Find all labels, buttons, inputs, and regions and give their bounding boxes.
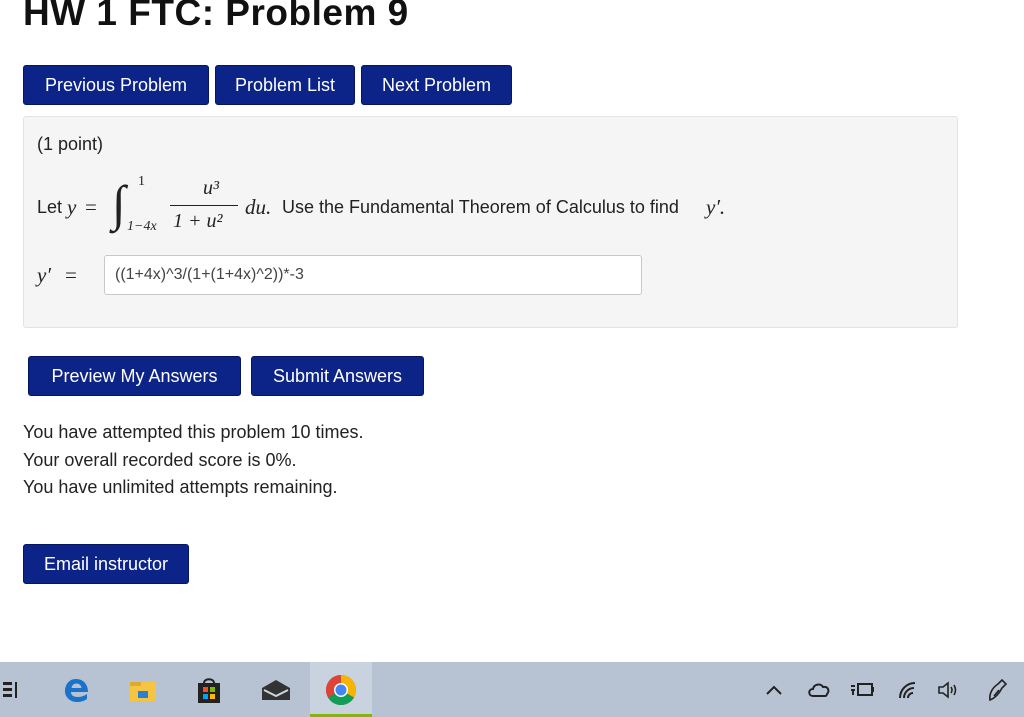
wifi-icon[interactable]	[895, 662, 921, 717]
y-variable: y	[67, 195, 77, 219]
store-icon[interactable]	[192, 662, 226, 717]
attempts-text: You have attempted this problem 10 times…	[23, 422, 364, 442]
page-title: HW 1 FTC: Problem 9	[23, 0, 409, 33]
fraction-denominator: 1 + u²	[173, 210, 223, 232]
remaining-text: You have unlimited attempts remaining.	[23, 477, 338, 497]
previous-problem-button[interactable]: Previous Problem	[23, 65, 209, 105]
answer-input[interactable]: ((1+4x)^3/(1+(1+4x)^2))*-3	[104, 255, 642, 295]
preview-answers-button[interactable]: Preview My Answers	[28, 356, 241, 396]
equals-sign: =	[85, 195, 97, 219]
submit-answers-button[interactable]: Submit Answers	[251, 356, 424, 396]
integral-lower-limit: 1−4x	[127, 219, 157, 234]
score-text: Your overall recorded score is 0%.	[23, 449, 297, 470]
onedrive-icon[interactable]	[805, 662, 833, 717]
let-text: Let	[37, 197, 63, 217]
integral-upper-limit: 1	[138, 174, 145, 189]
edge-icon[interactable]	[56, 662, 96, 717]
next-problem-button[interactable]: Next Problem	[361, 65, 512, 105]
pen-icon[interactable]	[983, 662, 1013, 717]
file-explorer-icon[interactable]	[126, 662, 160, 717]
problem-points: (1 point)	[37, 134, 104, 154]
task-view-icon[interactable]	[0, 662, 22, 717]
fraction-bar	[170, 205, 238, 206]
volume-icon[interactable]	[935, 662, 963, 717]
differential: du.	[245, 195, 272, 219]
answer-label: y′	[37, 263, 51, 287]
chrome-icon[interactable]	[310, 662, 372, 717]
problem-statement: Let y = ∫ 1 1−4x u³ 1 + u² du. Use the F…	[37, 174, 937, 237]
mail-icon[interactable]	[258, 662, 294, 717]
taskbar	[0, 662, 1024, 717]
y-prime-target: y′.	[706, 195, 726, 219]
answer-row: y′ = ((1+4x)^3/(1+(1+4x)^2))*-3	[37, 255, 937, 297]
fraction-numerator: u³	[203, 177, 219, 199]
problem-list-button[interactable]: Problem List	[215, 65, 355, 105]
problem-navigation: Previous Problem Problem List Next Probl…	[23, 65, 512, 105]
instruction-text: Use the Fundamental Theorem of Calculus …	[282, 197, 679, 217]
problem-box: (1 point) Let y = ∫ 1 1−4x u³ 1 + u² du.…	[23, 116, 958, 328]
integral-sign: ∫	[112, 175, 126, 231]
answer-actions: Preview My Answers Submit Answers	[28, 356, 424, 396]
email-instructor-button[interactable]: Email instructor	[23, 544, 189, 584]
battery-icon[interactable]	[848, 662, 876, 717]
attempt-status: You have attempted this problem 10 times…	[23, 419, 364, 502]
answer-equals: =	[65, 263, 77, 287]
show-hidden-icons[interactable]	[763, 662, 785, 717]
